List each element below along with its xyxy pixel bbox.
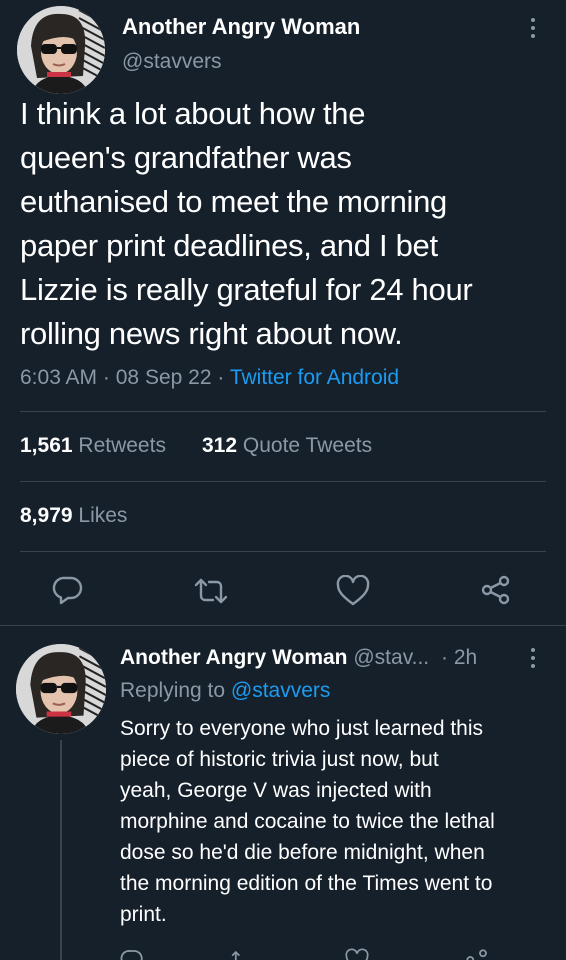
heart-icon[interactable] [345,948,369,960]
retweets-stat[interactable]: 1,561 Retweets [20,434,166,458]
tweet-text: I think a lot about how the queen's gran… [20,92,473,356]
author-name[interactable]: Another Angry Woman [122,14,360,40]
quote-tweets-count: 312 [202,434,238,457]
reply-icon [52,576,83,605]
meta-separator: · [102,366,110,389]
share-button[interactable] [480,574,512,611]
tweet-text-line: paper print deadlines, and I bet [20,228,438,263]
reply-time[interactable]: 2h [454,646,477,669]
reply-text-line: morphine and cocaine to twice the lethal [120,810,495,833]
divider [20,411,546,412]
likes-count: 8,979 [20,504,73,527]
more-vertical-icon [531,18,535,22]
reply-header: Another Angry Woman @stav... · 2h [120,646,477,670]
section-divider [0,625,566,626]
share-icon [481,575,510,605]
reply-actions-row [120,948,540,960]
reply-text-line: print. [120,903,167,926]
tweet-text-line: rolling news right about now. [20,316,403,351]
author-handle[interactable]: @stavvers [122,50,222,74]
retweet-icon [194,578,228,604]
divider [20,481,546,482]
tweet-text-line: euthanised to meet the morning [20,184,447,219]
like-button[interactable] [336,574,370,612]
reply-text: Sorry to everyone who just learned this … [120,713,495,930]
tweet-text-line: Lizzie is really grateful for 24 hour [20,272,473,307]
reply-text-line: yeah, George V was injected with [120,779,432,802]
retweets-label: Retweets [78,434,166,457]
reply-author-handle[interactable]: @stav... [353,646,429,669]
more-vertical-icon [531,648,535,652]
thread-line [60,740,62,960]
heart-icon [336,574,370,606]
reply-text-line: dose so he'd die before midnight, when [120,841,485,864]
reply-author-name[interactable]: Another Angry Woman [120,646,348,669]
reply-icon[interactable] [120,948,144,960]
reply-text-line: piece of historic trivia just now, but [120,748,439,771]
quote-tweets-label: Quote Tweets [242,434,373,457]
meta-separator: · [217,366,225,389]
share-icon[interactable] [465,948,489,960]
retweet-icon[interactable] [230,948,256,960]
likes-label: Likes [78,504,128,527]
quote-tweets-stat[interactable]: 312 Quote Tweets [202,434,372,458]
replying-to: Replying to @stavvers [120,679,330,703]
reply-more-options-button[interactable] [530,648,536,668]
tweet-text-line: I think a lot about how the [20,96,366,131]
retweet-button[interactable] [193,576,229,611]
divider [20,551,546,552]
replying-to-label: Replying to [120,679,226,702]
reply-author-avatar[interactable] [16,644,106,734]
tweet-text-line: queen's grandfather was [20,140,352,175]
reply-button[interactable] [52,574,84,611]
tweet-meta: 6:03 AM · 08 Sep 22 · Twitter for Androi… [20,366,399,390]
more-options-button[interactable] [530,18,536,38]
likes-stat[interactable]: 8,979 Likes [20,504,127,528]
retweets-count: 1,561 [20,434,73,457]
author-avatar[interactable] [17,6,105,94]
tweet-date[interactable]: 08 Sep 22 [116,366,212,389]
reply-separator: · [440,646,448,669]
reply-text-line: the morning edition of the Times went to [120,872,493,895]
tweet-time[interactable]: 6:03 AM [20,366,97,389]
tweet-source-link[interactable]: Twitter for Android [230,366,399,389]
reply-text-line: Sorry to everyone who just learned this [120,717,484,740]
replying-to-handle[interactable]: @stavvers [231,679,331,702]
